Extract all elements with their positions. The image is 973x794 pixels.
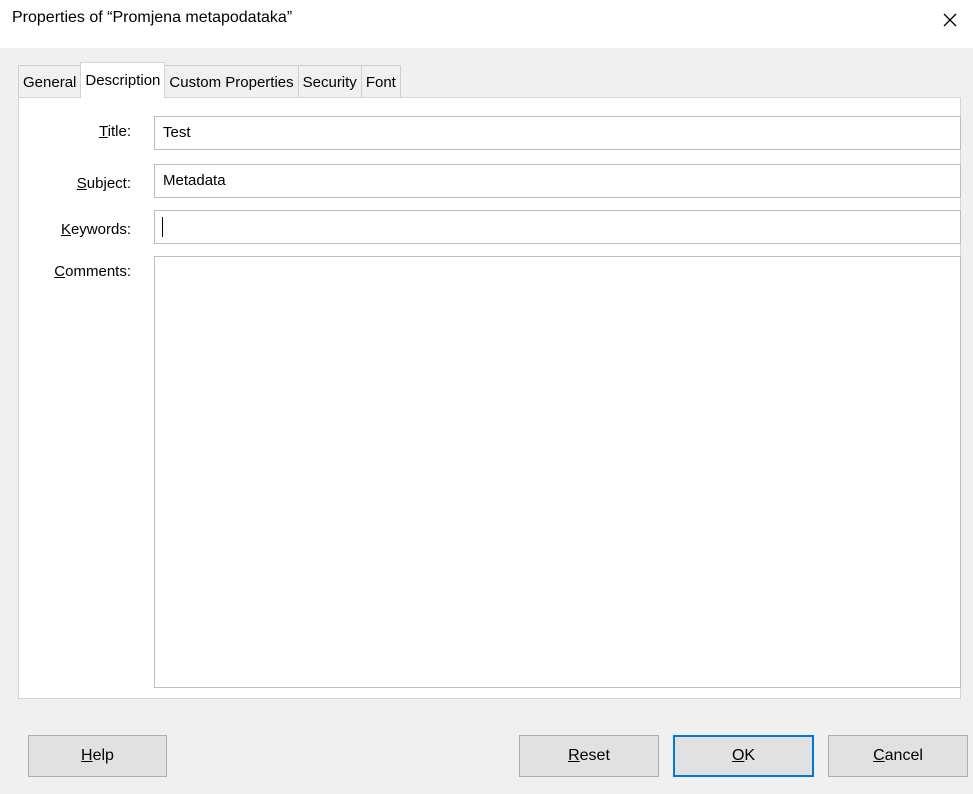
close-button[interactable] [927,0,973,40]
tab-bar: General Description Custom Properties Se… [18,62,401,98]
ok-button[interactable]: OK [673,735,814,777]
close-icon [943,13,957,27]
tab-security[interactable]: Security [297,65,362,98]
tab-custom-properties[interactable]: Custom Properties [164,65,299,98]
properties-dialog: Properties of “Promjena metapodataka” Ge… [0,0,973,794]
description-panel: Title: Test Subject: Metadata Keywords: … [18,97,961,699]
reset-button[interactable]: Reset [519,735,659,777]
window-title: Properties of “Promjena metapodataka” [12,9,293,26]
comments-textarea[interactable] [154,256,961,688]
title-field[interactable]: Test [154,116,961,150]
comments-label: Comments: [54,263,131,280]
subject-field[interactable]: Metadata [154,164,961,198]
subject-label: Subject: [76,175,131,192]
help-button[interactable]: Help [28,735,167,777]
keywords-label: Keywords: [60,221,131,238]
title-bar: Properties of “Promjena metapodataka” [0,0,973,48]
cancel-button[interactable]: Cancel [828,735,968,777]
tab-general[interactable]: General [18,65,82,98]
tab-description[interactable]: Description [80,62,166,98]
keywords-field[interactable] [154,210,961,244]
text-caret [162,217,163,238]
title-label: Title: [99,123,131,140]
tab-font[interactable]: Font [360,65,401,98]
